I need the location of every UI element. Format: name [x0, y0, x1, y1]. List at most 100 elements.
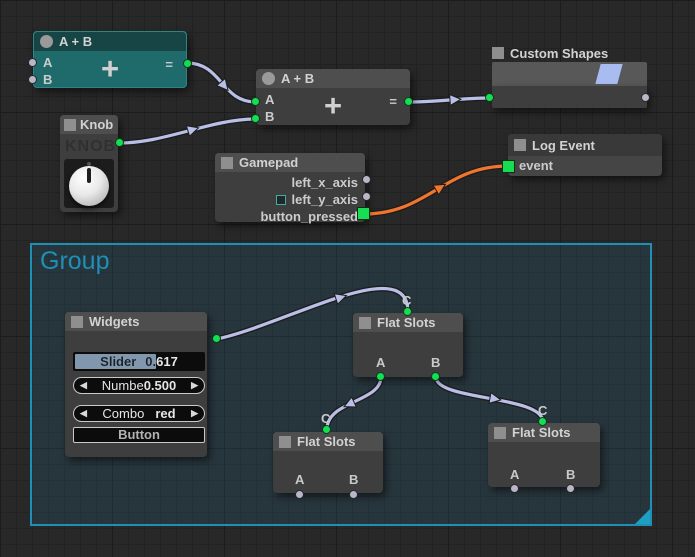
node-gamepad[interactable]: Gamepad left_x_axis left_y_axis button_p… — [215, 153, 365, 222]
square-icon — [494, 427, 506, 439]
output-pin-button-pressed[interactable] — [357, 207, 370, 220]
node-title: Flat Slots — [512, 425, 571, 440]
square-icon — [64, 119, 76, 131]
node-title: Custom Shapes — [510, 46, 608, 61]
square-icon — [514, 139, 526, 151]
output-pin-b[interactable] — [431, 372, 440, 381]
node-gamepad-header[interactable]: Gamepad — [215, 153, 365, 172]
node-custom-shapes[interactable]: Custom Shapes — [492, 44, 647, 108]
input-pin-c[interactable] — [322, 425, 331, 434]
input-pin-custom-shapes[interactable] — [485, 93, 494, 102]
output-label-left-x-axis: left_x_axis — [292, 175, 359, 190]
plus-operator: + — [34, 53, 186, 84]
node-title: Flat Slots — [377, 315, 436, 330]
output-pin-left-y-axis[interactable] — [362, 192, 371, 201]
output-pin-custom-shapes[interactable] — [641, 93, 650, 102]
slider-widget[interactable]: Slider 0.617 Slider 0.617 — [73, 352, 205, 371]
output-label-button-pressed: button_pressed — [260, 209, 358, 224]
square-icon — [279, 436, 291, 448]
node-flat-slots-mid[interactable]: Flat Slots C A B — [353, 313, 463, 377]
circle-icon — [40, 35, 53, 48]
input-label-event: event — [508, 156, 662, 176]
square-icon — [71, 316, 83, 328]
custom-shapes-top-bar[interactable] — [492, 62, 647, 86]
button-widget[interactable]: Button — [73, 427, 205, 443]
increment-arrow-icon[interactable]: ▶ — [191, 380, 198, 391]
output-pin-b[interactable] — [566, 484, 575, 493]
node-knob-header[interactable]: Knob — [60, 115, 118, 134]
input-pin-c[interactable] — [403, 307, 412, 316]
number-value: 0.500 — [144, 378, 177, 393]
output-pin-b[interactable] — [349, 490, 358, 499]
pin-label-c: C — [402, 293, 411, 308]
plus-operator: + — [256, 90, 410, 121]
node-editor-canvas[interactable]: Group A + B A B — [0, 0, 695, 557]
input-pin-b[interactable] — [28, 75, 37, 84]
output-pin-left-x-axis[interactable] — [362, 175, 371, 184]
combo-label: Combo — [102, 406, 144, 421]
pin-label-a: A — [295, 472, 304, 487]
node-widgets[interactable]: Widgets Slider 0.617 Slider 0.617 ◀ Numb… — [65, 312, 207, 457]
number-label: Numbe — [102, 378, 144, 393]
square-icon — [221, 157, 233, 169]
node-title: Gamepad — [239, 155, 298, 170]
node-title: A + B — [59, 34, 92, 49]
combo-prev-arrow-icon[interactable]: ◀ — [80, 408, 87, 419]
input-pin-b[interactable] — [251, 114, 260, 123]
node-log-event-header[interactable]: Log Event — [508, 134, 662, 156]
custom-shapes-bottom-bar[interactable] — [492, 86, 647, 108]
combo-value: red — [155, 406, 175, 421]
pin-label-c: C — [321, 411, 330, 426]
decrement-arrow-icon[interactable]: ◀ — [80, 380, 87, 391]
result-label: = — [389, 94, 397, 109]
node-add1[interactable]: A + B A B + = — [33, 31, 187, 88]
node-title: Knob — [80, 117, 113, 132]
input-pin-a[interactable] — [28, 58, 37, 67]
node-add1-header[interactable]: A + B — [34, 32, 186, 51]
knob-needle — [87, 168, 91, 183]
left-y-axis-checkbox[interactable] — [276, 195, 286, 205]
pin-label-b: B — [431, 355, 440, 370]
node-add2-header[interactable]: A + B — [256, 69, 410, 88]
pin-label-b: B — [349, 472, 358, 487]
circle-icon — [262, 72, 275, 85]
output-pin-a[interactable] — [510, 484, 519, 493]
node-title: Widgets — [89, 314, 139, 329]
node-knob[interactable]: Knob KNOB — [60, 115, 118, 212]
node-add2[interactable]: A + B A B + = — [256, 69, 410, 125]
pin-label-c: C — [538, 403, 547, 418]
input-pin-event[interactable] — [502, 160, 515, 173]
node-log-event[interactable]: Log Event event — [508, 134, 662, 176]
pin-label-a: A — [510, 467, 519, 482]
input-pin-c[interactable] — [538, 417, 547, 426]
knob-circle[interactable] — [69, 166, 109, 206]
square-icon — [492, 47, 504, 59]
square-icon — [359, 317, 371, 329]
node-title: A + B — [281, 71, 314, 86]
node-flat-slots-header[interactable]: Flat Slots — [273, 432, 383, 451]
pin-label-b: B — [566, 467, 575, 482]
output-pin-widgets[interactable] — [212, 334, 221, 343]
knob-dial[interactable] — [64, 159, 114, 208]
output-pin-a[interactable] — [376, 372, 385, 381]
node-title: Flat Slots — [297, 434, 356, 449]
node-flat-slots-right[interactable]: Flat Slots C A B — [488, 423, 600, 487]
output-pin-result[interactable] — [404, 97, 413, 106]
output-pin-a[interactable] — [295, 490, 304, 499]
input-pin-a[interactable] — [251, 97, 260, 106]
pin-label-a: A — [376, 355, 385, 370]
output-pin-result[interactable] — [183, 59, 192, 68]
slider-label: Slider — [100, 354, 136, 369]
result-label: = — [165, 57, 173, 72]
wire-arrow — [450, 94, 462, 106]
knob-widget-label: KNOB — [60, 134, 118, 156]
output-label-left-y-axis: left_y_axis — [292, 192, 359, 207]
node-flat-slots-left[interactable]: Flat Slots C A B — [273, 432, 383, 493]
node-widgets-header[interactable]: Widgets — [65, 312, 207, 331]
node-flat-slots-header[interactable]: Flat Slots — [488, 423, 600, 442]
combo-widget[interactable]: ◀ Combo red ▶ — [73, 405, 205, 422]
parallelogram-shape[interactable] — [595, 64, 622, 84]
number-drag-widget[interactable]: ◀ Numbe 0.500 ▶ — [73, 377, 205, 394]
output-pin-knob[interactable] — [115, 138, 124, 147]
combo-next-arrow-icon[interactable]: ▶ — [191, 408, 198, 419]
